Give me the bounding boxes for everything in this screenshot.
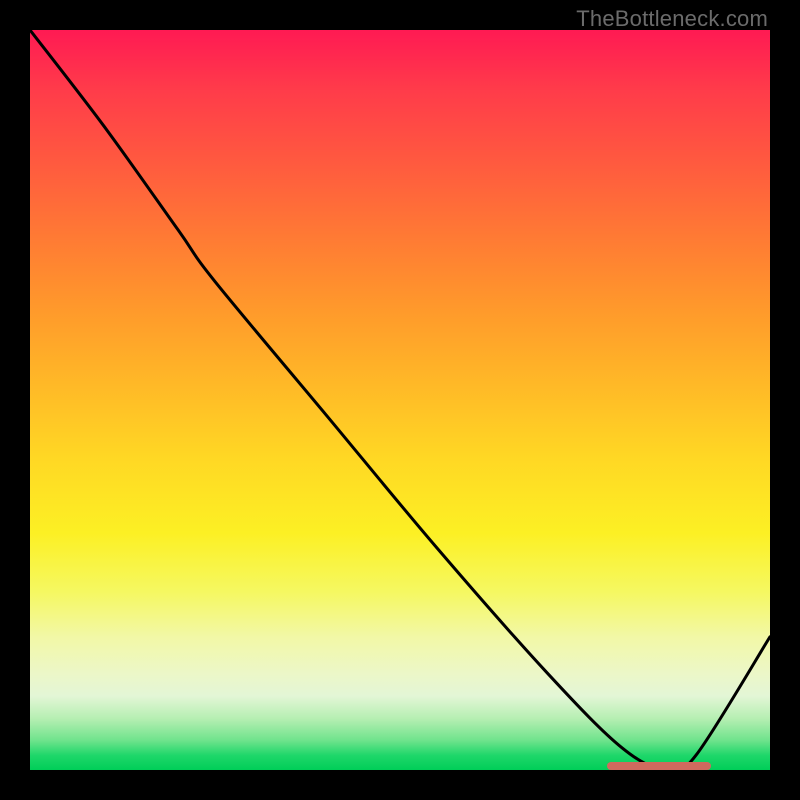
attribution-text: TheBottleneck.com <box>576 6 768 32</box>
bottleneck-curve <box>30 30 770 770</box>
optimum-marker <box>607 762 711 770</box>
chart-area <box>30 30 770 770</box>
